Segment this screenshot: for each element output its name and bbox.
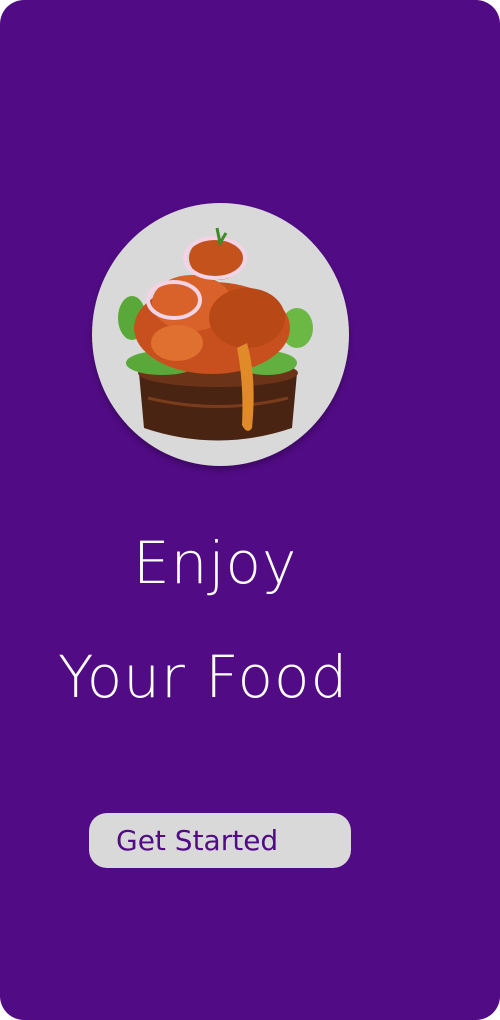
onboarding-screen: Enjoy Your Food Get Started xyxy=(0,0,500,1020)
meat-chunk xyxy=(209,288,285,348)
food-image-circle xyxy=(92,203,349,466)
headline-line-2: Your Food xyxy=(58,643,349,711)
get-started-button[interactable]: Get Started xyxy=(89,813,351,868)
food-bowl-image xyxy=(118,227,313,441)
meat-chunk xyxy=(151,325,203,361)
headline-line-1: Enjoy xyxy=(133,529,298,597)
